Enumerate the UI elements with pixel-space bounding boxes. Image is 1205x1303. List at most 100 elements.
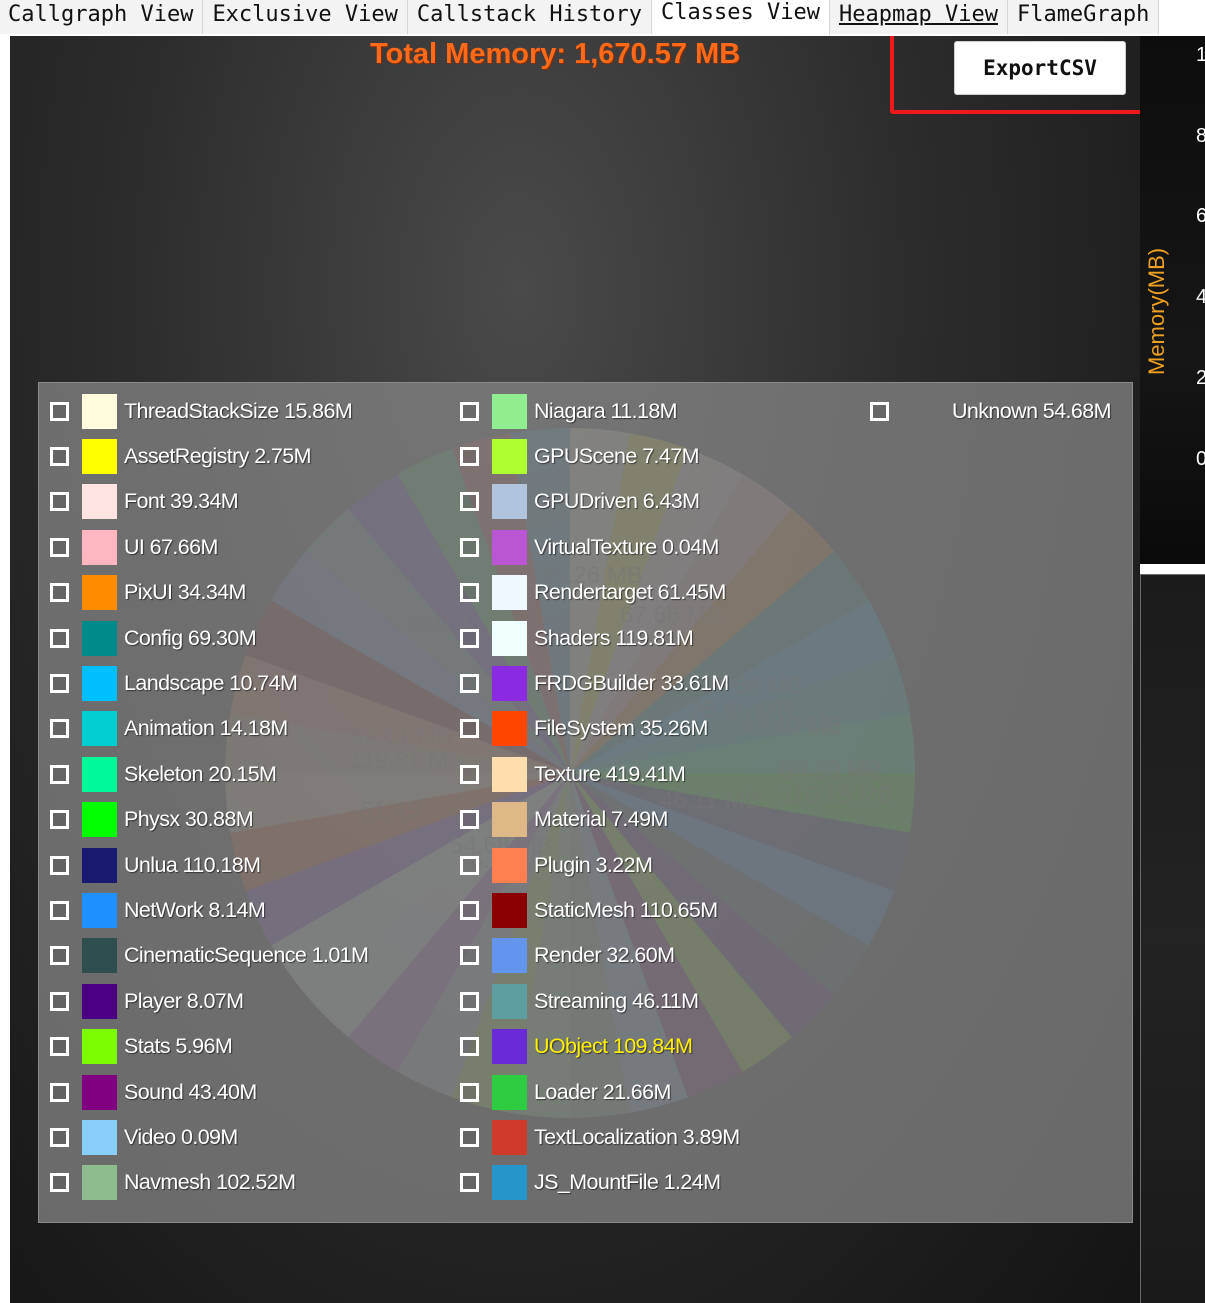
legend-checkbox[interactable] [50, 628, 69, 648]
legend-color-swatch [492, 1029, 527, 1065]
legend-item[interactable]: UObject 109.84M [459, 1029, 693, 1065]
legend-checkbox[interactable] [460, 673, 479, 693]
legend-checkbox[interactable] [460, 1037, 479, 1057]
legend-checkbox[interactable] [50, 719, 69, 739]
axis-tick-label: 4 [1196, 286, 1205, 308]
legend-checkbox[interactable] [460, 401, 479, 421]
tab-callstack-history[interactable]: Callstack History [407, 0, 653, 34]
legend-label: AssetRegistry 2.75M [124, 443, 312, 468]
legend-checkbox[interactable] [460, 1173, 479, 1193]
legend-checkbox[interactable] [50, 946, 69, 966]
legend-checkbox[interactable] [460, 583, 479, 603]
legend-item[interactable]: Sound 43.40M [49, 1074, 257, 1110]
legend-item[interactable]: VirtualTexture 0.04M [459, 529, 719, 565]
legend-checkbox[interactable] [460, 492, 479, 512]
legend-item[interactable]: Rendertarget 61.45M [459, 575, 726, 611]
legend-item[interactable]: ThreadStackSize 15.86M [49, 393, 353, 429]
legend-checkbox[interactable] [50, 1127, 69, 1147]
legend-item[interactable]: Plugin 3.22M [459, 847, 653, 883]
legend-item[interactable]: Physx 30.88M [49, 802, 254, 838]
legend-item[interactable]: Unlua 110.18M [49, 847, 261, 883]
legend-checkbox[interactable] [50, 537, 69, 557]
legend-item[interactable]: CinematicSequence 1.01M [49, 938, 369, 974]
tab-exclusive-view[interactable]: Exclusive View [203, 0, 408, 34]
legend-item[interactable]: Render 32.60M [459, 938, 675, 974]
legend-item[interactable]: Animation 14.18M [49, 711, 288, 747]
legend-checkbox[interactable] [460, 719, 479, 739]
legend-checkbox[interactable] [50, 810, 69, 830]
tab-flamegraph[interactable]: FlameGraph [1007, 0, 1160, 34]
legend-item[interactable]: NetWork 8.14M [49, 892, 266, 928]
legend-checkbox[interactable] [460, 1127, 479, 1147]
legend-item[interactable]: Shaders 119.81M [459, 620, 694, 656]
legend-item[interactable]: UI 67.66M [49, 529, 218, 565]
legend-item[interactable]: TextLocalization 3.89M [459, 1119, 740, 1155]
legend-item[interactable]: AssetRegistry 2.75M [49, 438, 312, 474]
legend-item[interactable]: GPUDriven 6.43M [459, 484, 700, 520]
legend-checkbox[interactable] [870, 401, 889, 421]
legend-item[interactable]: Navmesh 102.52M [49, 1165, 296, 1201]
legend-checkbox[interactable] [50, 401, 69, 421]
legend-color-swatch [492, 620, 527, 656]
legend-color-swatch [492, 1074, 527, 1110]
legend-color-swatch [82, 1029, 117, 1065]
legend-checkbox[interactable] [460, 446, 479, 466]
legend-checkbox[interactable] [50, 446, 69, 466]
legend-checkbox[interactable] [50, 1037, 69, 1057]
legend-label: NetWork 8.14M [124, 897, 266, 922]
legend-item[interactable]: FileSystem 35.26M [459, 711, 708, 747]
legend-item[interactable]: Loader 21.66M [459, 1074, 671, 1110]
legend-item[interactable]: PixUI 34.34M [49, 575, 246, 611]
legend-item[interactable]: Streaming 46.11M [459, 983, 699, 1019]
legend-item[interactable]: Texture 419.41M [459, 756, 686, 792]
legend-checkbox[interactable] [50, 764, 69, 784]
legend-label: ThreadStackSize 15.86M [124, 398, 353, 423]
legend-checkbox[interactable] [460, 991, 479, 1011]
legend-color-swatch [82, 847, 117, 883]
legend-item[interactable]: Config 69.30M [49, 620, 257, 656]
export-csv-button[interactable]: ExportCSV [954, 41, 1126, 95]
legend-color-swatch [82, 983, 117, 1019]
legend-item[interactable]: Unknown 54.68M [869, 393, 1112, 429]
legend-color-swatch [82, 1165, 117, 1201]
legend-label: CinematicSequence 1.01M [124, 943, 369, 968]
legend-checkbox[interactable] [50, 1082, 69, 1102]
legend-checkbox[interactable] [460, 537, 479, 557]
legend-checkbox[interactable] [460, 900, 479, 920]
legend-item[interactable]: Player 8.07M [49, 983, 244, 1019]
legend-item[interactable]: JS_MountFile 1.24M [459, 1165, 721, 1201]
legend-checkbox[interactable] [460, 1082, 479, 1102]
tab-callgraph-view[interactable]: Callgraph View [0, 0, 204, 34]
legend-checkbox[interactable] [50, 1173, 69, 1193]
legend-item[interactable]: Material 7.49M [459, 802, 668, 838]
legend-checkbox[interactable] [50, 583, 69, 603]
legend-item[interactable]: Font 39.34M [49, 484, 239, 520]
lower-side-panel [1140, 574, 1205, 1303]
legend-label: Unknown 54.68M [952, 398, 1112, 423]
legend-item[interactable]: FRDGBuilder 33.61M [459, 665, 729, 701]
legend-checkbox[interactable] [50, 492, 69, 512]
legend-item[interactable]: Video 0.09M [49, 1119, 238, 1155]
legend-checkbox[interactable] [50, 991, 69, 1011]
legend-checkbox[interactable] [50, 900, 69, 920]
legend-checkbox[interactable] [50, 673, 69, 693]
legend-label: Physx 30.88M [124, 807, 254, 832]
legend-item[interactable]: Niagara 11.18M [459, 393, 678, 429]
legend-checkbox[interactable] [460, 628, 479, 648]
legend-color-swatch [82, 1119, 117, 1155]
legend-checkbox[interactable] [460, 946, 479, 966]
legend-item[interactable]: StaticMesh 110.65M [459, 892, 718, 928]
legend-item[interactable]: Stats 5.96M [49, 1029, 233, 1065]
tab-classes-view[interactable]: Classes View [652, 0, 830, 36]
legend-label: Plugin 3.22M [534, 852, 653, 877]
legend-label: Video 0.09M [124, 1124, 238, 1149]
legend-item[interactable]: Skeleton 20.15M [49, 756, 277, 792]
legend-checkbox[interactable] [460, 810, 479, 830]
legend-checkbox[interactable] [460, 764, 479, 784]
legend-checkbox[interactable] [460, 855, 479, 875]
tab-heapmap-view[interactable]: Heapmap View [830, 0, 1008, 34]
legend-item[interactable]: GPUScene 7.47M [459, 438, 699, 474]
legend-checkbox[interactable] [50, 855, 69, 875]
legend-label: Stats 5.96M [124, 1034, 233, 1059]
legend-item[interactable]: Landscape 10.74M [49, 665, 298, 701]
